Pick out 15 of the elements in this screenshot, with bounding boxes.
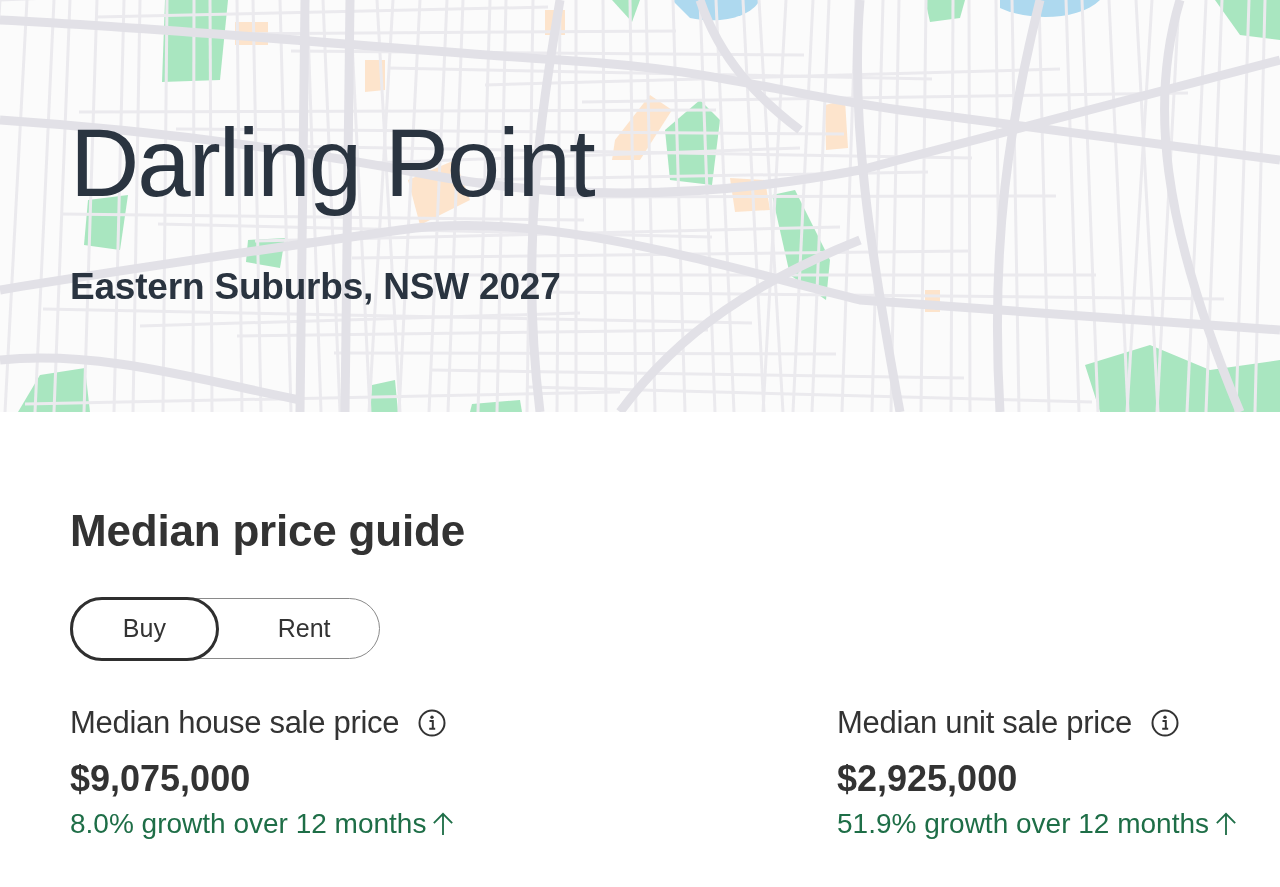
arrow-up-icon (432, 812, 455, 836)
suburb-title: Darling Point (70, 108, 594, 218)
toggle-option[interactable]: Rent (229, 596, 379, 661)
toggle-option[interactable]: Buy (69, 596, 220, 661)
suburb-location: Eastern Suburbs, NSW 2027 (70, 266, 561, 308)
stat-label: Median unit sale price (837, 705, 1132, 741)
growth-text: 8.0% growth over 12 months (70, 807, 427, 841)
section-heading: Median price guide (70, 505, 465, 557)
growth-text: 51.9% growth over 12 months (837, 807, 1209, 841)
stat-label: Median house sale price (70, 705, 400, 741)
arrow-up-icon (1215, 812, 1237, 836)
price-value: $2,925,000 (837, 758, 1018, 800)
price-value: $9,075,000 (70, 758, 251, 800)
info-icon[interactable] (418, 709, 447, 737)
info-icon[interactable] (1150, 709, 1179, 737)
